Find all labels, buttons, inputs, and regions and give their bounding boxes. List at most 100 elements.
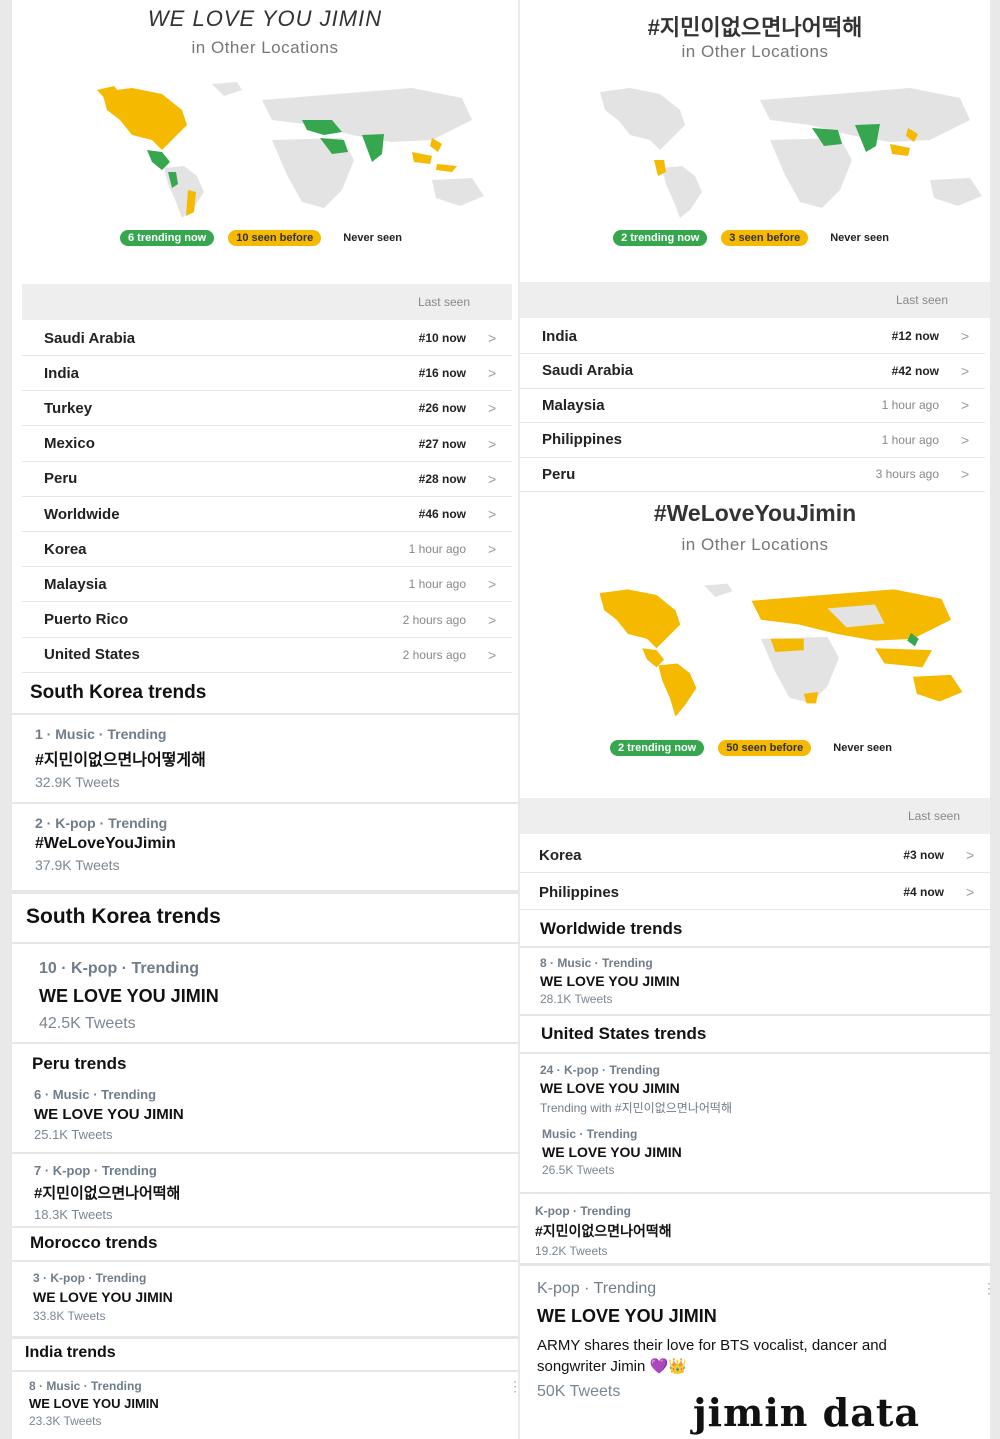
malaysia-shape xyxy=(890,144,910,156)
trend-count: 25.1K Tweets xyxy=(34,1127,113,1142)
trend-item[interactable]: 7 · K-pop · Trending #지민이없으면나어떡해 18.3K T… xyxy=(34,1163,180,1222)
trend-item[interactable]: K-pop · Trending #지민이없으면나어떡해 19.2K Tweet… xyxy=(535,1204,672,1258)
chevron-right-icon: > xyxy=(961,328,970,344)
divider xyxy=(12,1336,518,1339)
last-seen-value: #46 now xyxy=(418,507,466,521)
divider xyxy=(12,1042,518,1044)
location-row[interactable]: Malaysia 1 hour ago > xyxy=(520,388,985,423)
greenland-shape xyxy=(704,583,733,597)
location-name: Korea xyxy=(44,540,87,558)
trend-count: 33.8K Tweets xyxy=(33,1309,106,1323)
location-row[interactable]: United States 2 hours ago > xyxy=(22,638,512,673)
indonesia-shape xyxy=(436,164,457,172)
mexico-shape xyxy=(642,648,665,668)
location-name: Peru xyxy=(44,470,78,488)
last-seen-value: 3 hours ago xyxy=(875,467,939,481)
africa-shape xyxy=(770,138,852,208)
location-row[interactable]: India #12 now > xyxy=(520,319,985,354)
location-row[interactable]: Philippines #4 now > xyxy=(520,875,990,910)
location-name: Malaysia xyxy=(542,396,605,414)
location-row[interactable]: Peru #28 now > xyxy=(22,462,512,497)
trend-item[interactable]: 2 · K-pop · Trending #WeLoveYouJimin 37.… xyxy=(35,815,176,873)
location-name: Worldwide xyxy=(44,505,120,523)
legend-trending: 6 trending now xyxy=(120,230,215,246)
location-row[interactable]: Peru 3 hours ago > xyxy=(520,457,985,492)
divider xyxy=(12,802,518,804)
trend-name: WE LOVE YOU JIMIN xyxy=(33,1289,173,1305)
chevron-right-icon: > xyxy=(488,506,497,522)
mexico-shape xyxy=(147,150,170,170)
section-title: South Korea trends xyxy=(30,682,207,703)
trend-count: 26.5K Tweets xyxy=(542,1163,615,1177)
location-name: United States xyxy=(44,646,140,664)
location-row[interactable]: Malaysia 1 hour ago > xyxy=(22,567,512,603)
trend-item[interactable]: 24 · K-pop · Trending WE LOVE YOU JIMIN … xyxy=(540,1063,732,1116)
legend-seen: 10 seen before xyxy=(228,230,322,246)
featured-trend[interactable]: K-pop · Trending WE LOVE YOU JIMIN ARMY … xyxy=(537,1280,957,1401)
table-header: Last seen xyxy=(22,284,512,320)
divider xyxy=(520,1014,990,1016)
last-seen-value: #16 now xyxy=(418,366,466,381)
location-name: Peru xyxy=(542,465,576,483)
trend-meta: 1 · Music · Trending xyxy=(35,726,167,742)
location-row[interactable]: Korea #3 now > xyxy=(520,838,990,873)
location-name: Philippines xyxy=(539,883,620,901)
trend-item[interactable]: 8 · Music · Trending WE LOVE YOU JIMIN 2… xyxy=(540,956,680,1006)
trend-meta: 2 · K-pop · Trending xyxy=(35,815,168,831)
trend-name: #지민이없으면나어떡해 xyxy=(34,1185,181,1202)
watermark: jimin data xyxy=(692,1390,920,1435)
last-seen-value: #26 now xyxy=(418,401,466,416)
trend-item[interactable]: 3 · K-pop · Trending WE LOVE YOU JIMIN 3… xyxy=(33,1271,173,1323)
location-row[interactable]: Saudi Arabia #10 now > xyxy=(22,321,512,356)
malaysia-shape xyxy=(412,152,432,164)
location-name: Saudi Arabia xyxy=(542,362,634,379)
location-row[interactable]: Korea 1 hour ago > xyxy=(22,532,512,568)
trend-meta: 3 · K-pop · Trending xyxy=(33,1271,147,1285)
last-seen-value: 1 hour ago xyxy=(408,577,466,592)
divider xyxy=(12,1260,518,1262)
chevron-right-icon: > xyxy=(488,611,497,628)
divider xyxy=(520,1263,990,1266)
section-title: South Korea trends xyxy=(26,905,221,928)
trend-item[interactable]: 6 · Music · Trending WE LOVE YOU JIMIN 2… xyxy=(34,1087,184,1142)
divider xyxy=(12,942,518,944)
divider xyxy=(12,713,518,715)
philippines-shape xyxy=(430,138,442,152)
more-options-icon[interactable]: ⋮ xyxy=(982,1280,990,1297)
location-name: Philippines xyxy=(542,431,623,448)
location-row[interactable]: Saudi Arabia #42 now > xyxy=(520,354,985,389)
location-row[interactable]: Worldwide #46 now > xyxy=(22,497,512,532)
trend-item[interactable]: 8 · Music · Trending WE LOVE YOU JIMIN 2… xyxy=(29,1379,159,1428)
chevron-right-icon: > xyxy=(488,646,497,663)
more-options-icon[interactable]: ⋮ xyxy=(508,1378,518,1395)
trend-item[interactable]: Music · Trending WE LOVE YOU JIMIN 26.5K… xyxy=(542,1127,682,1177)
more-options-icon[interactable]: ⋮ xyxy=(512,1270,518,1287)
location-row[interactable]: Mexico #27 now > xyxy=(22,427,512,462)
india-shape xyxy=(855,124,880,152)
last-seen-value: #42 now xyxy=(891,363,939,378)
trend-name: #지민이없으면나어떡해 xyxy=(535,1223,672,1239)
trend-count: 37.9K Tweets xyxy=(35,857,120,873)
south-america-shape xyxy=(658,663,697,717)
right-panel: #지민이없으면나어떡해 in Other Locations 2 trendin… xyxy=(520,0,990,1439)
trend-meta: 8 · Music · Trending xyxy=(540,956,653,970)
trend-item[interactable]: 1 · Music · Trending #지민이없으면나어떻게해 32.9K … xyxy=(35,726,206,790)
chevron-right-icon: > xyxy=(961,466,970,482)
last-seen-value: #10 now xyxy=(418,331,466,345)
north-america-shape xyxy=(600,88,685,150)
last-seen-value: #28 now xyxy=(418,471,466,486)
legend-never: Never seen xyxy=(343,232,402,244)
trend-name: WE LOVE YOU JIMIN xyxy=(39,986,219,1006)
location-row[interactable]: Philippines 1 hour ago > xyxy=(520,423,985,458)
trend-name: WE LOVE YOU JIMIN xyxy=(34,1106,184,1123)
last-seen-value: #12 now xyxy=(891,329,939,343)
map-legend: 2 trending now 50 seen before Never seen xyxy=(520,740,990,756)
table-header: Last seen xyxy=(520,282,990,318)
location-row[interactable]: Puerto Rico 2 hours ago > xyxy=(22,603,512,638)
world-map xyxy=(600,88,982,218)
trend-item[interactable]: 10 · K-pop · Trending WE LOVE YOU JIMIN … xyxy=(39,960,219,1033)
location-row[interactable]: India #16 now > xyxy=(22,356,512,392)
location-row[interactable]: Turkey #26 now > xyxy=(22,391,512,427)
location-name: Saudi Arabia xyxy=(44,329,136,347)
chevron-right-icon: > xyxy=(488,541,497,558)
